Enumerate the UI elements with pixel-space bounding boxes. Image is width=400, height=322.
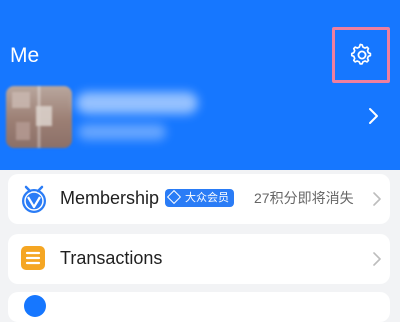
- next-row-partial[interactable]: [8, 292, 390, 322]
- membership-badge: 大众会员: [165, 189, 234, 207]
- points-expiry-notice: 27积分即将消失: [254, 190, 354, 206]
- page-title: Me: [10, 44, 40, 67]
- membership-row[interactable]: Membership 大众会员 27积分即将消失: [8, 174, 390, 224]
- gear-icon: [350, 43, 372, 65]
- membership-icon: [22, 185, 46, 213]
- transactions-row[interactable]: Transactions: [8, 234, 390, 284]
- membership-label: Membership: [60, 188, 160, 208]
- settings-button[interactable]: [332, 27, 390, 83]
- chevron-right-icon[interactable]: [366, 107, 380, 125]
- profile-header: Me: [0, 0, 400, 170]
- membership-badge-text: 大众会员: [185, 192, 229, 204]
- diamond-icon: [166, 189, 182, 205]
- next-row-icon: [24, 295, 46, 317]
- transactions-label: Transactions: [60, 248, 163, 268]
- profile-id-redacted: [78, 124, 166, 140]
- avatar[interactable]: [6, 86, 72, 148]
- transactions-icon: [21, 246, 45, 270]
- chevron-right-icon: [373, 252, 381, 266]
- profile-name-redacted: [76, 92, 198, 114]
- chevron-right-icon: [373, 192, 381, 206]
